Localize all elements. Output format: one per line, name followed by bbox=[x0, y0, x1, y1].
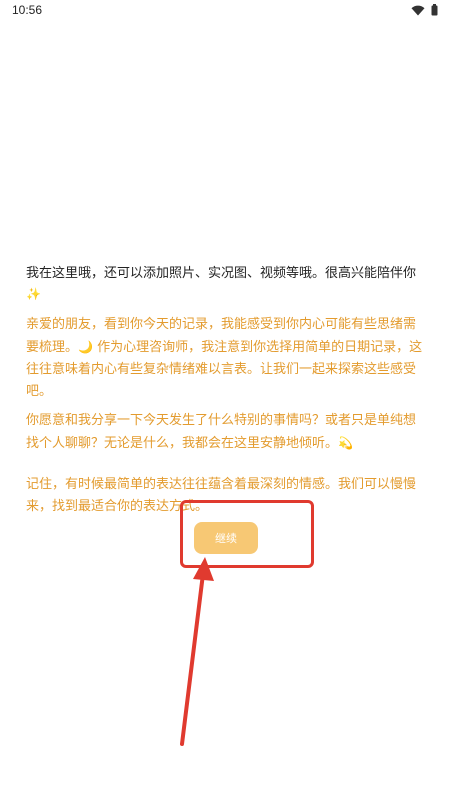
dizzy-icon: 💫 bbox=[338, 436, 353, 450]
status-bar: 10:56 bbox=[0, 0, 450, 22]
message-paragraph-2: 你愿意和我分享一下今天发生了什么特别的事情吗？或者只是单纯想找个人聊聊？无论是什… bbox=[26, 410, 426, 455]
paragraph-3-text: 记住，有时候最简单的表达往往蕴含着最深刻的情感。我们可以慢慢来，找到最适合你的表… bbox=[26, 477, 417, 514]
intro-message: 我在这里哦，还可以添加照片、实况图、视频等哦。很高兴能陪伴你 ✨ bbox=[26, 264, 426, 305]
intro-text: 我在这里哦，还可以添加照片、实况图、视频等哦。很高兴能陪伴你 bbox=[26, 266, 417, 281]
moon-icon: 🌙 bbox=[78, 340, 93, 354]
sparkles-icon: ✨ bbox=[26, 287, 41, 301]
wifi-icon bbox=[411, 5, 425, 16]
status-icons bbox=[411, 4, 438, 16]
status-time: 10:56 bbox=[12, 3, 43, 17]
continue-button[interactable]: 继续 bbox=[194, 522, 258, 554]
paragraph-2-text: 你愿意和我分享一下今天发生了什么特别的事情吗？或者只是单纯想找个人聊聊？无论是什… bbox=[26, 413, 417, 451]
message-paragraph-3: 记住，有时候最简单的表达往往蕴含着最深刻的情感。我们可以慢慢来，找到最适合你的表… bbox=[26, 474, 426, 518]
message-paragraph-1: 亲爱的朋友，看到你今天的记录，我能感受到你内心可能有些思绪需要梳理。🌙 作为心理… bbox=[26, 314, 426, 403]
battery-icon bbox=[431, 4, 438, 16]
